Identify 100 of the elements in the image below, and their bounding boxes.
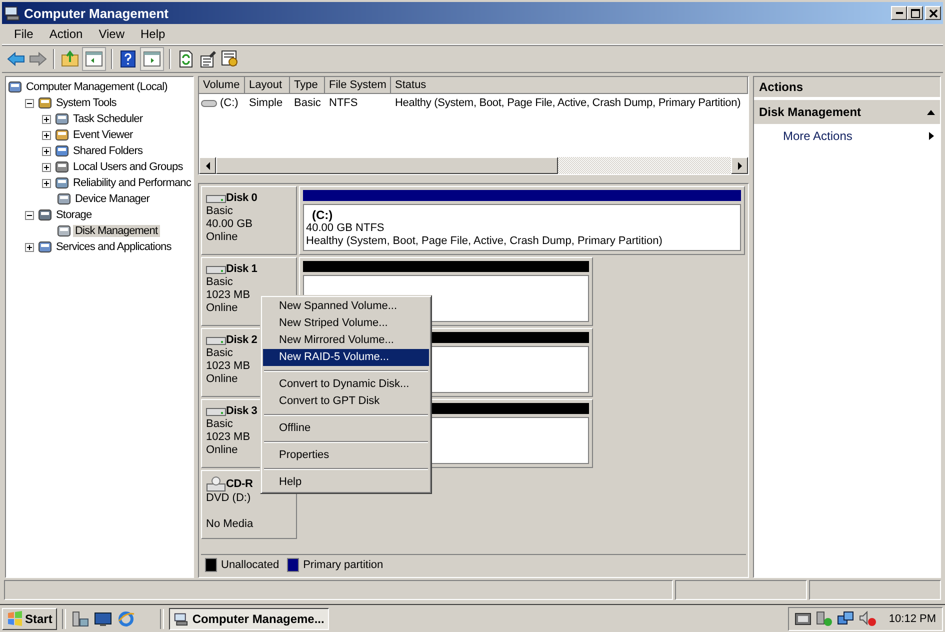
table-cell-text: Healthy (System, Boot, Page File, Active, Crash Dump, Primary Partition): [394, 96, 742, 108]
disk-name: Disk 1: [226, 263, 258, 276]
tree-item[interactable]: Local Users and Groups: [71, 161, 185, 173]
tree-item[interactable]: Storage: [54, 209, 94, 221]
disk-type: Basic: [206, 276, 233, 289]
node-icon: [57, 225, 71, 237]
disk-settings-icon[interactable]: [221, 50, 239, 68]
node-icon: [38, 241, 52, 253]
partition-size: 40.00 GB NTFS: [306, 222, 386, 235]
horizontal-scrollbar[interactable]: [199, 157, 748, 174]
disk-size: 1023 MB: [206, 289, 250, 302]
tree-item[interactable]: Services and Applications: [54, 241, 174, 253]
tree-item[interactable]: Disk Management: [73, 225, 160, 237]
help-icon[interactable]: [119, 50, 137, 68]
menu-item[interactable]: Help: [132, 27, 174, 41]
disk-name: CD-R: [226, 478, 253, 490]
minimize-icon: [896, 12, 902, 14]
scroll-left-icon[interactable]: [206, 162, 210, 170]
properties-icon[interactable]: [199, 50, 217, 68]
taskbar-button[interactable]: Computer Manageme...: [169, 608, 330, 630]
collapse-arrow-icon[interactable]: [927, 110, 935, 114]
column-header[interactable]: Type: [290, 77, 325, 94]
disk-size: 1023 MB: [206, 431, 250, 444]
actions-header: Actions: [754, 77, 940, 98]
browser-icon[interactable]: [117, 610, 136, 628]
tree-item[interactable]: Computer Management (Local): [24, 81, 170, 93]
context-menu-item[interactable]: Properties: [263, 447, 429, 464]
disk-size: 1023 MB: [206, 360, 250, 373]
close-icon: [928, 8, 938, 18]
disk-status: Online: [206, 302, 238, 315]
context-menu-item[interactable]: Convert to GPT Disk: [263, 393, 429, 410]
network-icon[interactable]: [836, 610, 855, 626]
tree-item[interactable]: Device Manager: [73, 193, 152, 205]
table-cell-text: Simple: [248, 96, 284, 108]
action-section-header[interactable]: Disk Management: [754, 100, 940, 124]
refresh-icon[interactable]: [177, 50, 195, 68]
menu-item[interactable]: File: [6, 27, 42, 41]
collapse-icon[interactable]: [25, 98, 34, 108]
partition-block[interactable]: (C:) 40.00 GB NTFS Healthy (System, Boot, Page File, Active, Crash Dump, Primary Partition): [299, 186, 745, 255]
disk-status: No Media: [206, 518, 254, 531]
context-menu-item[interactable]: New Spanned Volume...: [263, 298, 429, 315]
back-arrow-icon[interactable]: [7, 50, 25, 68]
console-tree-icon[interactable]: [83, 48, 105, 70]
monitor-icon[interactable]: [94, 610, 112, 628]
maximize-button[interactable]: [907, 6, 923, 20]
collapse-icon[interactable]: [25, 210, 34, 220]
menu-item[interactable]: Action: [41, 27, 91, 41]
expand-icon[interactable]: [42, 114, 51, 124]
context-menu-item[interactable]: New Striped Volume...: [263, 315, 429, 332]
column-header[interactable]: Layout: [245, 77, 290, 94]
partition-status: Healthy (System, Boot, Page File, Active, Crash Dump, Primary Partition): [306, 235, 664, 248]
tree-item[interactable]: Reliability and Performanc: [71, 177, 193, 189]
node-icon: [55, 129, 69, 141]
node-icon: [38, 209, 52, 221]
disk-drive-icon: [206, 336, 226, 346]
start-button[interactable]: Start: [2, 608, 58, 630]
disk-drive-icon: [206, 406, 226, 416]
close-button[interactable]: [925, 6, 941, 20]
column-header[interactable]: File System: [325, 77, 391, 94]
table-cell-text: Basic: [293, 96, 322, 108]
expand-icon[interactable]: [42, 146, 51, 156]
node-icon: [8, 81, 22, 93]
column-header[interactable]: Volume: [199, 77, 245, 94]
submenu-arrow-icon: [929, 132, 934, 140]
context-menu-item[interactable]: New RAID-5 Volume...: [263, 349, 429, 366]
cd-drive-icon: [206, 476, 226, 492]
action-link[interactable]: More Actions: [783, 129, 852, 143]
minimize-button[interactable]: [891, 6, 907, 20]
expand-icon[interactable]: [25, 242, 34, 252]
scroll-right-icon[interactable]: [738, 162, 742, 170]
column-header[interactable]: Status: [391, 77, 748, 94]
speaker-muted-icon[interactable]: [858, 610, 877, 626]
action-pane-icon[interactable]: [141, 48, 163, 70]
device-check-icon[interactable]: [814, 610, 833, 626]
table-cell: (C:): [199, 96, 245, 108]
legend-label: Primary partition: [303, 559, 384, 571]
expand-icon[interactable]: [42, 162, 51, 172]
server-manager-icon[interactable]: [71, 610, 90, 628]
expand-icon[interactable]: [42, 130, 51, 140]
disk-drive-icon: [206, 194, 226, 204]
tree-item[interactable]: Event Viewer: [71, 129, 135, 141]
clock[interactable]: 10:12 PM: [888, 612, 936, 624]
disk-status: Online: [206, 373, 238, 386]
vm-icon[interactable]: [794, 610, 811, 626]
menu-item[interactable]: View: [90, 27, 132, 41]
disk-name: Disk 3: [226, 405, 258, 418]
context-menu-item[interactable]: Convert to Dynamic Disk...: [263, 376, 429, 393]
context-menu-item[interactable]: New Mirrored Volume...: [263, 332, 429, 349]
forward-arrow-icon[interactable]: [29, 50, 47, 68]
context-menu-item[interactable]: Offline: [263, 420, 429, 437]
context-menu-item[interactable]: Help: [263, 474, 429, 491]
tree-item[interactable]: Shared Folders: [71, 145, 145, 157]
tree-item[interactable]: System Tools: [54, 97, 118, 109]
disk-name: Disk 2: [226, 334, 258, 347]
tree-item[interactable]: Task Scheduler: [71, 113, 145, 125]
node-icon: [57, 193, 71, 205]
disk-name: Disk 0: [226, 192, 258, 205]
computer-icon: [4, 5, 20, 21]
disk-type: Basic: [206, 347, 233, 360]
expand-icon[interactable]: [42, 178, 51, 188]
